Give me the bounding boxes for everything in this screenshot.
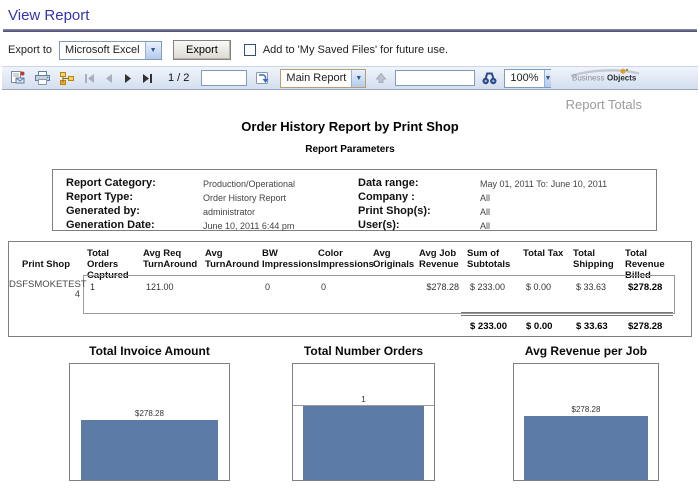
parameter-label: Report Category:: [66, 177, 156, 189]
table-cell: $278.28: [426, 282, 459, 292]
table-cell: 1: [90, 282, 96, 292]
next-page-button[interactable]: [120, 70, 135, 86]
chart-title: Avg Revenue per Job: [524, 344, 648, 358]
parameter-value: All: [480, 193, 491, 203]
chevron-down-icon[interactable]: ▼: [144, 41, 161, 59]
export-button[interactable]: Export: [173, 40, 231, 60]
viewer-toolbar: 1 / 2 Main Report ▼ 100% ▼ Business Obje…: [2, 66, 698, 90]
drill-up-icon[interactable]: [370, 69, 391, 88]
title-underline: [3, 29, 697, 32]
parameter-value: administrator: [203, 207, 256, 217]
page-indicator: 1 / 2: [168, 72, 190, 84]
report-view-value: Main Report: [286, 72, 347, 84]
table-cell: 0: [321, 282, 327, 292]
parameter-label: Print Shop(s):: [358, 205, 431, 217]
zoom-value: 100%: [510, 72, 539, 84]
chart-plot-area: $278.28: [69, 363, 230, 481]
zoom-select[interactable]: 100% ▼: [504, 68, 552, 88]
bar-value-label: $278.28: [571, 405, 601, 414]
export-icon[interactable]: [7, 69, 28, 88]
chart-plot-area: $278.28: [513, 363, 659, 481]
bar: [524, 416, 648, 480]
report-view-select[interactable]: Main Report ▼: [280, 68, 367, 88]
go-to-page-icon[interactable]: [251, 69, 272, 88]
chart-title: Total Invoice Amount: [89, 344, 210, 358]
businessobjects-logo: Business Objects: [567, 67, 649, 90]
parameter-label: Generated by:: [66, 205, 140, 217]
report-title: Order History Report by Print Shop: [241, 119, 459, 134]
saved-files-checkbox[interactable]: [243, 44, 256, 56]
chart-title: Total Number Orders: [303, 344, 424, 358]
totals-cell: $278.28: [628, 321, 663, 332]
export-format-value: Microsoft Excel: [65, 44, 140, 56]
totals-cell: $ 33.63: [576, 321, 608, 332]
parameter-value: June 10, 2011 6:44 pm: [203, 221, 295, 231]
table-cell: 121.00: [146, 282, 174, 292]
print-shop-cell: DSFSMOKETEST 4: [9, 279, 87, 300]
parameter-label: Company :: [358, 191, 415, 203]
table-cell: $278.28: [628, 282, 663, 293]
bar: [81, 420, 218, 480]
chart-avg-revenue-per-job: Avg Revenue per Job $278.28 DSFSMOKETEST…: [513, 344, 659, 481]
bar: [302, 406, 425, 480]
table-row: DSFSMOKETEST 4 1 121.00 0 0 $278.28 $ 23…: [9, 280, 691, 300]
export-bar: Export to Microsoft Excel ▼ Export Add t…: [8, 40, 700, 60]
parameter-label: User(s):: [358, 219, 400, 231]
chart-total-number-orders: Total Number Orders 1 DSFSMOKETEST4: [292, 344, 435, 481]
logo-text-business: Business: [572, 73, 604, 82]
report-totals-label: Report Totals: [565, 97, 642, 112]
parameter-label: Report Type:: [66, 191, 134, 203]
table-cell: $ 233.00: [470, 282, 506, 292]
report-table: Print Shop Total Orders Captured Avg Req…: [8, 241, 692, 337]
table-cell: $ 33.63: [576, 282, 607, 292]
parameters-box: Report Category: Production/Operational …: [52, 169, 657, 231]
table-cell: 0: [265, 282, 271, 292]
parameter-value: All: [480, 221, 491, 231]
chart-total-invoice-amount: Total Invoice Amount $278.28 DSFSMOKETES…: [69, 344, 230, 481]
report-subtitle: Report Parameters: [305, 144, 395, 155]
group-tree-icon[interactable]: [57, 69, 78, 88]
export-to-label: Export to: [8, 44, 53, 56]
parameters-right-column: Data range: May 01, 2011 To: June 10, 20…: [358, 177, 656, 231]
parameter-value: All: [480, 207, 491, 217]
totals-cell: $ 0.00: [526, 321, 553, 332]
chart-plot-area: 1: [292, 363, 435, 481]
parameter-label: Generation Date:: [66, 219, 155, 231]
page-title: View Report: [8, 7, 90, 24]
charts-row: Total Invoice Amount $278.28 DSFSMOKETES…: [0, 337, 700, 491]
chevron-down-icon[interactable]: ▼: [543, 69, 552, 87]
logo-text-objects: Objects: [607, 73, 637, 82]
table-cell: [201, 280, 258, 300]
parameter-value: May 01, 2011 To: June 10, 2011: [480, 179, 608, 189]
totals-double-line: [461, 312, 673, 316]
search-input[interactable]: [395, 70, 476, 86]
parameters-left-column: Report Category: Production/Operational …: [53, 177, 358, 231]
table-cell: $ 0.00: [526, 282, 552, 292]
bar-value-label: 1: [361, 395, 366, 404]
parameter-label: Data range:: [358, 177, 419, 189]
saved-files-label: Add to 'My Saved Files' for future use.: [262, 44, 449, 56]
search-icon[interactable]: [479, 69, 500, 88]
print-icon[interactable]: [32, 69, 53, 88]
totals-cell: $ 233.00: [470, 321, 507, 332]
table-header-cell: Print Shop: [21, 259, 71, 270]
page-number-input[interactable]: [201, 70, 248, 86]
table-cell: [369, 280, 415, 300]
last-page-button[interactable]: [139, 70, 154, 86]
export-format-select[interactable]: Microsoft Excel ▼: [59, 40, 163, 60]
table-totals-row: $ 233.00 $ 0.00 $ 33.63 $278.28: [9, 319, 691, 332]
parameter-value: Order History Report: [203, 193, 287, 203]
first-page-button[interactable]: [82, 70, 97, 86]
bar-value-label: $278.28: [135, 409, 164, 418]
prev-page-button[interactable]: [101, 70, 116, 86]
chevron-down-icon[interactable]: ▼: [351, 69, 366, 87]
parameter-value: Production/Operational: [203, 179, 296, 189]
